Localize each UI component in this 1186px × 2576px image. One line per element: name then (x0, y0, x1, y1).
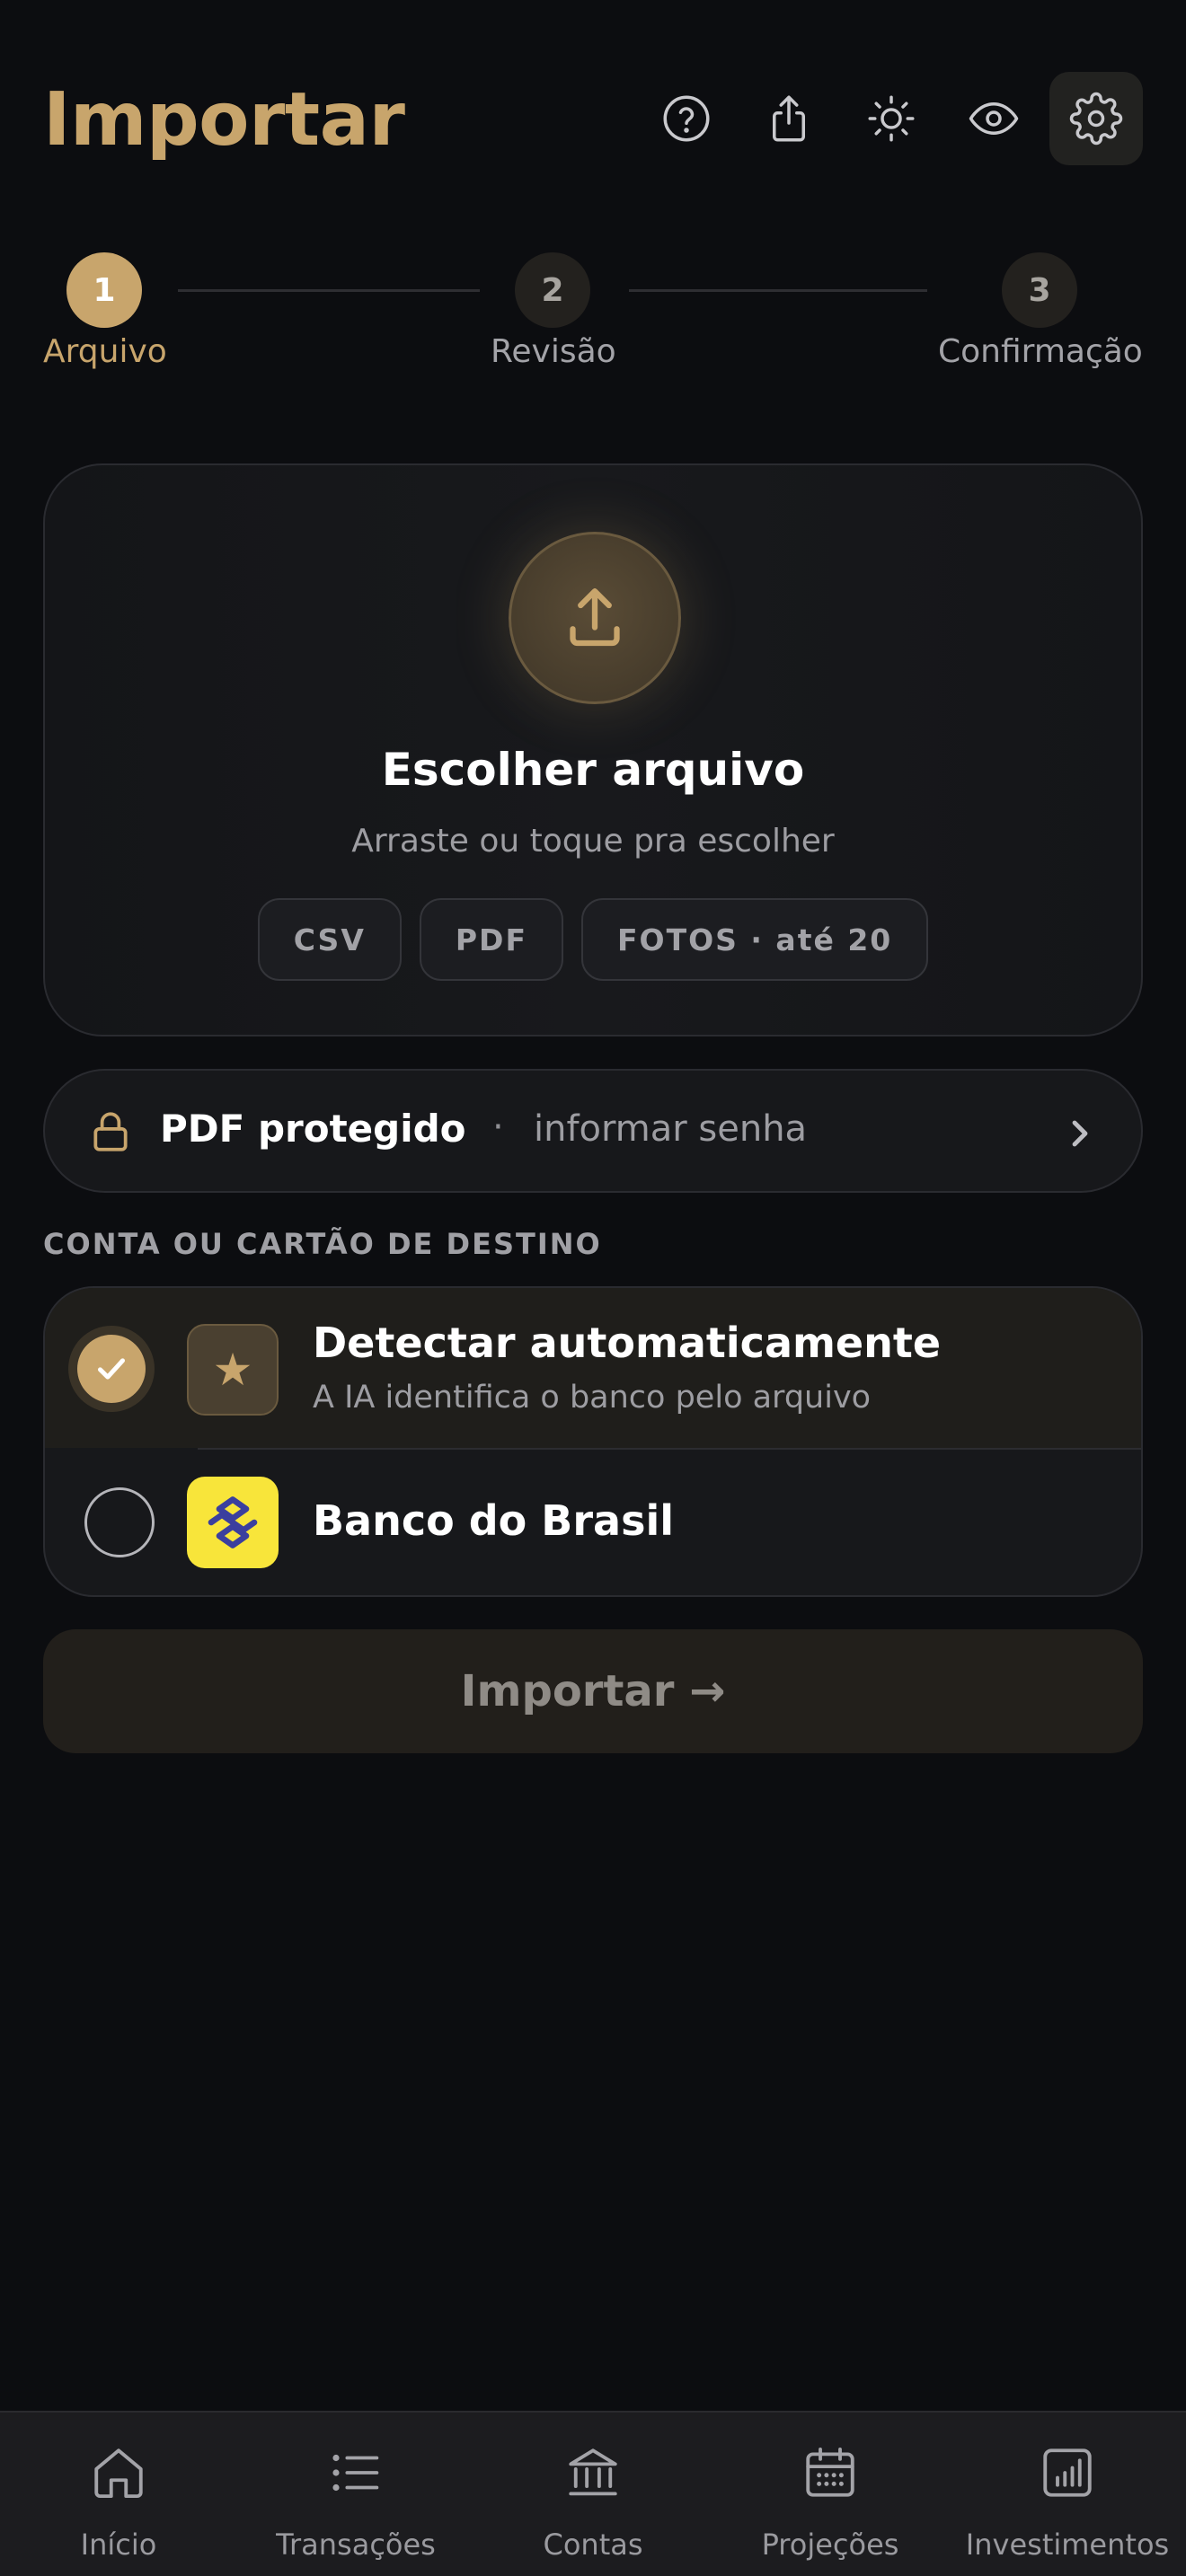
format-chips: CSV PDF FOTOS · até 20 (45, 898, 1141, 981)
option-title: Detectar automaticamente (313, 1319, 942, 1367)
chevron-right-icon (1072, 1120, 1088, 1147)
option-title: Banco do Brasil (313, 1496, 674, 1545)
step-2-label: Revisão (491, 333, 616, 370)
tab-bar: Início Transações Contas Projeções Inves… (0, 2411, 1186, 2576)
step-2-indicator[interactable]: 2 (515, 252, 590, 328)
step-1-indicator[interactable]: 1 (66, 252, 142, 328)
lock-icon (93, 1112, 128, 1151)
import-button[interactable]: Importar → (43, 1629, 1143, 1753)
header: Importar (43, 72, 1143, 171)
option-banco-do-brasil[interactable]: Banco do Brasil (45, 1450, 1141, 1595)
help-icon[interactable] (640, 72, 733, 165)
separator-dot: · (492, 1107, 504, 1148)
calendar-icon (806, 2447, 854, 2497)
option-subtitle: A IA identifica o banco pelo arquivo (313, 1380, 872, 1416)
radio-selected[interactable] (77, 1335, 146, 1403)
upload-title: Escolher arquivo (381, 744, 805, 796)
tab-investimentos[interactable]: Investimentos (949, 2413, 1186, 2576)
home-icon (94, 2448, 143, 2499)
destination-list: ★ Detectar automaticamente A IA identifi… (43, 1286, 1143, 1597)
tab-contas[interactable]: Contas (474, 2413, 712, 2576)
banco-do-brasil-logo-icon (187, 1477, 279, 1568)
tab-label: Transações (276, 2527, 436, 2562)
radio-unselected[interactable] (84, 1487, 155, 1557)
upload-subtitle: Arraste ou toque pra escolher (351, 823, 835, 860)
list-icon (332, 2454, 379, 2492)
tab-label: Projeções (761, 2527, 899, 2562)
pdf-protected-title: PDF protegido (160, 1107, 466, 1151)
step-connector (178, 289, 480, 292)
gear-icon[interactable] (1049, 72, 1143, 165)
tab-label: Investimentos (965, 2527, 1170, 2562)
sun-icon[interactable] (845, 72, 938, 165)
destination-section-label: CONTA OU CARTÃO DE DESTINO (43, 1227, 602, 1261)
upload-dropzone[interactable]: Escolher arquivo Arraste ou toque pra es… (43, 463, 1143, 1037)
tab-label: Início (80, 2527, 157, 2562)
tab-inicio[interactable]: Início (0, 2413, 237, 2576)
bank-icon (569, 2448, 617, 2496)
share-icon[interactable] (742, 72, 836, 165)
format-chip-pdf: PDF (419, 898, 563, 981)
star-icon: ★ (187, 1324, 279, 1416)
tab-transacoes[interactable]: Transações (237, 2413, 474, 2576)
upload-button[interactable] (509, 532, 681, 704)
pdf-password-hint: informar senha (534, 1108, 808, 1150)
step-3-label: Confirmação (938, 333, 1143, 370)
pdf-password-row[interactable]: PDF protegido · informar senha (43, 1069, 1143, 1193)
header-actions (631, 72, 1143, 165)
page-title: Importar (43, 77, 405, 163)
option-auto-detect[interactable]: ★ Detectar automaticamente A IA identifi… (45, 1288, 1141, 1448)
step-1-label: Arquivo (43, 333, 167, 370)
tab-label: Contas (543, 2527, 643, 2562)
format-chip-photos: FOTOS · até 20 (580, 898, 929, 981)
stepper: 1 Arquivo 2 Revisão 3 Confirmação (0, 238, 1186, 382)
chart-icon (1043, 2448, 1092, 2497)
step-3-indicator[interactable]: 3 (1002, 252, 1077, 328)
check-icon (98, 1358, 125, 1380)
step-connector (629, 289, 927, 292)
eye-icon[interactable] (947, 72, 1040, 165)
format-chip-csv: CSV (257, 898, 402, 981)
upload-icon (570, 588, 620, 647)
tab-projecoes[interactable]: Projeções (712, 2413, 949, 2576)
